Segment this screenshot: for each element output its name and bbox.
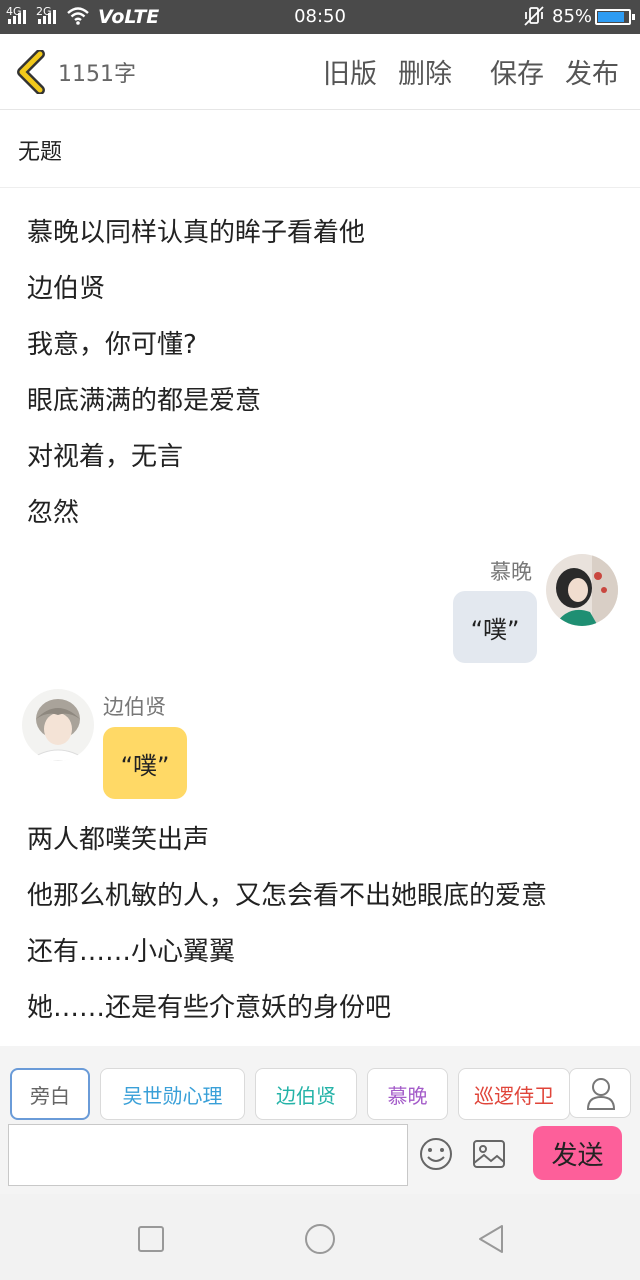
character-input-panel: 旁白 吴世勋心理 边伯贤 慕晚 巡逻侍卫 发送: [0, 1046, 640, 1194]
tab-muwan[interactable]: 慕晚: [367, 1068, 448, 1120]
tab-label: 吴世勋心理: [122, 1083, 223, 1108]
message-input[interactable]: [8, 1124, 408, 1186]
message-bubble-bianbaixian[interactable]: “噗”: [103, 727, 187, 799]
vibrate-icon: [524, 6, 544, 26]
send-button[interactable]: 发送: [533, 1126, 622, 1180]
tab-label: 边伯贤: [276, 1083, 336, 1108]
person-icon: [586, 1078, 616, 1110]
delete-button[interactable]: 删除: [398, 52, 452, 91]
avatar-muwan[interactable]: [546, 554, 618, 626]
tab-patrol-guard[interactable]: 巡逻侍卫: [458, 1068, 570, 1120]
tab-narrator[interactable]: 旁白: [10, 1068, 90, 1120]
recent-apps-icon[interactable]: [134, 1222, 168, 1256]
back-arrow-icon[interactable]: [14, 50, 50, 94]
message-text: “噗”: [120, 751, 170, 780]
story-line[interactable]: 我意，你可懂?: [27, 324, 197, 361]
speaker-name-muwan: 慕晚: [490, 560, 532, 584]
story-line[interactable]: 他那么机敏的人，又怎会看不出她眼底的爱意: [27, 875, 547, 912]
status-bar: 4G 2G VoLTE 08:50 85%: [0, 0, 640, 34]
avatar-bianbaixian[interactable]: [22, 689, 94, 761]
save-button[interactable]: 保存: [490, 52, 544, 91]
editor-toolbar: 1151字 旧版 删除 保存 发布: [0, 34, 640, 110]
tab-label: 巡逻侍卫: [474, 1083, 554, 1108]
title-row[interactable]: 无题: [0, 110, 640, 188]
story-line[interactable]: 忽然: [27, 492, 79, 529]
story-line[interactable]: 两人都噗笑出声: [27, 819, 209, 856]
battery-icon: [595, 9, 635, 25]
story-line[interactable]: 她……还是有些介意妖的身份吧: [27, 987, 391, 1024]
tab-label: 旁白: [30, 1083, 70, 1108]
home-icon[interactable]: [303, 1222, 337, 1256]
speaker-name-bianbaixian: 边伯贤: [103, 695, 166, 719]
tab-label: 慕晚: [387, 1083, 428, 1108]
android-nav-bar: [0, 1194, 640, 1280]
story-line[interactable]: 还有……小心翼翼: [27, 931, 235, 968]
publish-button[interactable]: 发布: [565, 52, 619, 91]
tab-wushixun-inner[interactable]: 吴世勋心理: [100, 1068, 245, 1120]
story-line[interactable]: 眼底满满的都是爱意: [27, 380, 261, 417]
story-line[interactable]: 边伯贤: [27, 268, 105, 305]
emoji-icon[interactable]: [418, 1136, 454, 1172]
image-icon[interactable]: [471, 1136, 507, 1172]
old-version-button[interactable]: 旧版: [323, 52, 377, 91]
story-line[interactable]: 慕晚以同样认真的眸子看着他: [27, 212, 365, 249]
story-line[interactable]: 对视着，无言: [27, 436, 183, 473]
message-text: “噗”: [470, 615, 520, 644]
word-count: 1151字: [58, 62, 136, 87]
story-title[interactable]: 无题: [18, 134, 62, 166]
tab-bianbaixian[interactable]: 边伯贤: [255, 1068, 357, 1120]
battery-percent: 85%: [552, 6, 593, 27]
message-bubble-muwan[interactable]: “噗”: [453, 591, 537, 663]
back-nav-icon[interactable]: [474, 1222, 508, 1256]
character-manage-button[interactable]: [569, 1068, 631, 1118]
